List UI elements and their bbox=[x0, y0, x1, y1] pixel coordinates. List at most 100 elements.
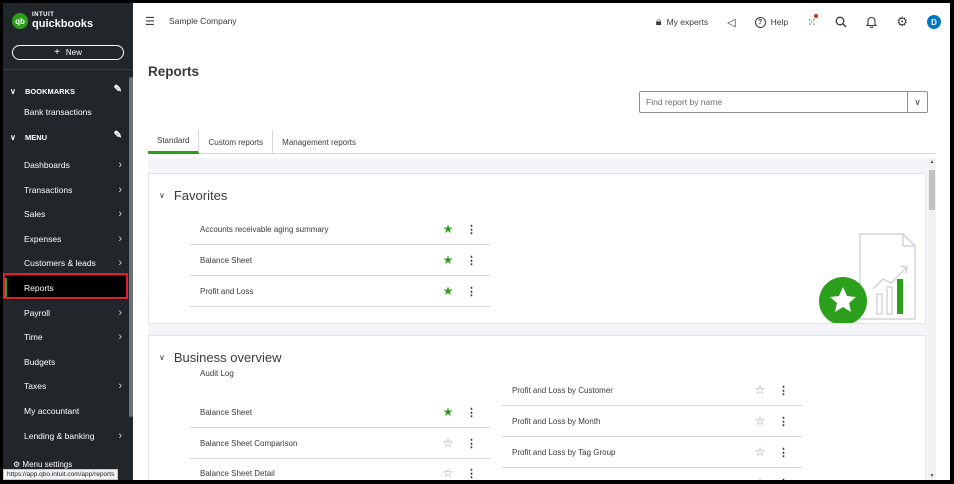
report-name-link[interactable]: Balance Sheet bbox=[190, 256, 442, 265]
more-options-icon[interactable]: ⋮ bbox=[778, 384, 789, 397]
star-outline-icon[interactable]: ☆ bbox=[442, 466, 454, 480]
report-row-balance-sheet-comparison[interactable]: Balance Sheet Comparison ☆ ⋮ bbox=[190, 428, 490, 459]
sidebar-item-label: Lending & banking bbox=[24, 430, 95, 441]
edit-menu-pencil-icon[interactable]: ✎ bbox=[114, 130, 122, 141]
chevron-down-icon: ∨ bbox=[10, 132, 16, 142]
sidebar-item-label: Reports bbox=[24, 283, 54, 293]
report-name-link[interactable]: Accounts receivable aging summary bbox=[190, 225, 442, 234]
sidebar-item-budgets[interactable]: Budgets bbox=[3, 350, 128, 374]
search-dropdown-toggle[interactable]: ∨ bbox=[907, 92, 927, 112]
more-options-icon[interactable]: ⋮ bbox=[466, 467, 477, 480]
star-filled-icon[interactable]: ★ bbox=[442, 222, 454, 236]
report-name-link[interactable]: Balance Sheet Comparison bbox=[190, 439, 442, 448]
person-icon: 🔒︎ bbox=[655, 15, 662, 28]
report-name-link[interactable]: Balance Sheet bbox=[190, 408, 442, 417]
more-options-icon[interactable]: ⋮ bbox=[466, 285, 477, 298]
my-experts-button[interactable]: 🔒︎ My experts bbox=[656, 16, 708, 29]
more-options-icon[interactable]: ⋮ bbox=[466, 254, 477, 267]
star-outline-icon[interactable]: ☆ bbox=[442, 436, 454, 450]
sidebar-item-payroll[interactable]: Payroll › bbox=[3, 301, 128, 325]
report-name-link[interactable]: Audit Log bbox=[190, 369, 490, 378]
report-row-profit-and-loss[interactable]: Profit and Loss ★ ⋮ bbox=[190, 276, 490, 307]
help-button[interactable]: ? Help bbox=[754, 16, 788, 28]
report-name-link[interactable]: Profit and Loss % of Total Income bbox=[502, 479, 754, 481]
quickbooks-logo[interactable]: qb INTUIT quickbooks bbox=[12, 12, 93, 30]
star-outline-icon[interactable]: ☆ bbox=[754, 414, 766, 428]
chevron-right-icon: › bbox=[118, 429, 122, 442]
bell-icon bbox=[866, 16, 878, 28]
sidebar-item-reports[interactable]: Reports bbox=[3, 276, 128, 300]
gear-icon: ⚙ bbox=[13, 460, 21, 469]
menu-settings-label: Menu settings bbox=[22, 460, 73, 469]
more-options-icon[interactable]: ⋮ bbox=[778, 477, 789, 481]
more-options-icon[interactable]: ⋮ bbox=[778, 415, 789, 428]
star-filled-icon[interactable]: ★ bbox=[442, 405, 454, 419]
tab-management-reports[interactable]: Management reports bbox=[273, 130, 365, 154]
sidebar-item-label: Time bbox=[24, 332, 43, 343]
report-name-link[interactable]: Profit and Loss by Month bbox=[502, 417, 754, 426]
star-outline-icon[interactable]: ☆ bbox=[754, 476, 766, 480]
settings-button[interactable]: ⚙ bbox=[896, 14, 908, 30]
sidebar-item-label: Customers & leads bbox=[24, 258, 96, 269]
sidebar-item-transactions[interactable]: Transactions › bbox=[3, 178, 128, 202]
star-outline-icon[interactable]: ☆ bbox=[754, 383, 766, 397]
sidebar-item-expenses[interactable]: Expenses › bbox=[3, 227, 128, 251]
more-options-icon[interactable]: ⋮ bbox=[466, 406, 477, 419]
report-row-profit-and-loss-by-tag-group[interactable]: Profit and Loss by Tag Group ☆ ⋮ bbox=[502, 437, 802, 468]
tab-custom-reports[interactable]: Custom reports bbox=[199, 130, 274, 154]
apps-grid-button[interactable]: ⁙ bbox=[807, 13, 819, 29]
sidebar-item-dashboards[interactable]: Dashboards › bbox=[3, 153, 128, 177]
sidebar-item-taxes[interactable]: Taxes › bbox=[3, 374, 128, 398]
sidebar-item-my-accountant[interactable]: My accountant bbox=[3, 399, 128, 423]
sidebar-item-label: Sales bbox=[24, 209, 46, 220]
sidebar-divider bbox=[3, 69, 133, 70]
collapse-menu-icon[interactable]: ☰ bbox=[145, 15, 155, 28]
sidebar-scrollbar[interactable] bbox=[129, 77, 133, 417]
report-row-balance-sheet[interactable]: Balance Sheet ★ ⋮ bbox=[190, 397, 490, 428]
logo-product-text: quickbooks bbox=[32, 18, 94, 30]
scrollbar-thumb[interactable] bbox=[929, 170, 935, 210]
tab-standard[interactable]: Standard bbox=[148, 130, 200, 154]
report-name-link[interactable]: Profit and Loss by Tag Group bbox=[502, 448, 754, 457]
more-options-icon[interactable]: ⋮ bbox=[778, 446, 789, 459]
sidebar-item-lending-and-banking[interactable]: Lending & banking › bbox=[3, 424, 128, 448]
new-button[interactable]: + New bbox=[12, 45, 124, 60]
find-report-input[interactable] bbox=[640, 92, 907, 112]
help-icon: ? bbox=[754, 16, 766, 28]
more-options-icon[interactable]: ⋮ bbox=[466, 223, 477, 236]
user-avatar[interactable]: D bbox=[927, 15, 941, 29]
menu-section-header[interactable]: ∨ MENU ✎ bbox=[3, 128, 128, 146]
report-row-balance-sheet-detail[interactable]: Balance Sheet Detail ☆ ⋮ bbox=[190, 458, 490, 480]
report-name-link[interactable]: Profit and Loss by Customer bbox=[502, 386, 754, 395]
search-button[interactable] bbox=[835, 16, 847, 28]
sidebar-item-time[interactable]: Time › bbox=[3, 325, 128, 349]
star-filled-icon[interactable]: ★ bbox=[442, 253, 454, 267]
report-name-link[interactable]: Balance Sheet Detail bbox=[190, 469, 442, 478]
scroll-down-arrow-icon[interactable]: ▼ bbox=[928, 473, 936, 479]
star-filled-icon[interactable]: ★ bbox=[442, 284, 454, 298]
report-name-link[interactable]: Profit and Loss bbox=[190, 287, 442, 296]
report-row-profit-and-loss-pct-of-total-income[interactable]: Profit and Loss % of Total Income☆ ⋮ bbox=[502, 468, 802, 480]
menu-settings-link[interactable]: ⚙ Menu settings bbox=[13, 460, 72, 469]
content-scrollbar[interactable]: ▲ ▼ bbox=[928, 158, 936, 480]
report-row-profit-and-loss-by-month[interactable]: Profit and Loss by Month ☆ ⋮ bbox=[502, 406, 802, 437]
find-report-search: ∨ bbox=[639, 91, 928, 113]
report-row-balance-sheet[interactable]: Balance Sheet ★ ⋮ bbox=[190, 245, 490, 276]
more-options-icon[interactable]: ⋮ bbox=[466, 437, 477, 450]
bookmarks-section-header[interactable]: ∨ BOOKMARKS ✎ bbox=[3, 82, 128, 100]
notifications-button[interactable] bbox=[866, 16, 878, 28]
announcements-button[interactable]: ◁ bbox=[727, 16, 735, 29]
sidebar-item-sales[interactable]: Sales › bbox=[3, 202, 128, 226]
scroll-up-arrow-icon[interactable]: ▲ bbox=[928, 159, 936, 165]
edit-bookmarks-pencil-icon[interactable]: ✎ bbox=[114, 84, 122, 95]
megaphone-icon: ◁ bbox=[727, 16, 736, 29]
notification-dot bbox=[814, 13, 819, 18]
report-row-accounts-receivable-aging-summary[interactable]: Accounts receivable aging summary ★ ⋮ bbox=[190, 214, 490, 245]
report-row-audit-log[interactable]: Audit Log bbox=[190, 358, 490, 389]
sidebar-item-customers-and-leads[interactable]: Customers & leads › bbox=[3, 251, 128, 275]
report-row-profit-and-loss-by-customer[interactable]: Profit and Loss by Customer ☆ ⋮ bbox=[502, 375, 802, 406]
favorites-header[interactable]: ∨ Favorites bbox=[159, 188, 227, 203]
sidebar-item-label: Budgets bbox=[24, 356, 56, 367]
sidebar-item-bank-transactions[interactable]: Bank transactions bbox=[3, 100, 128, 124]
star-outline-icon[interactable]: ☆ bbox=[754, 445, 766, 459]
